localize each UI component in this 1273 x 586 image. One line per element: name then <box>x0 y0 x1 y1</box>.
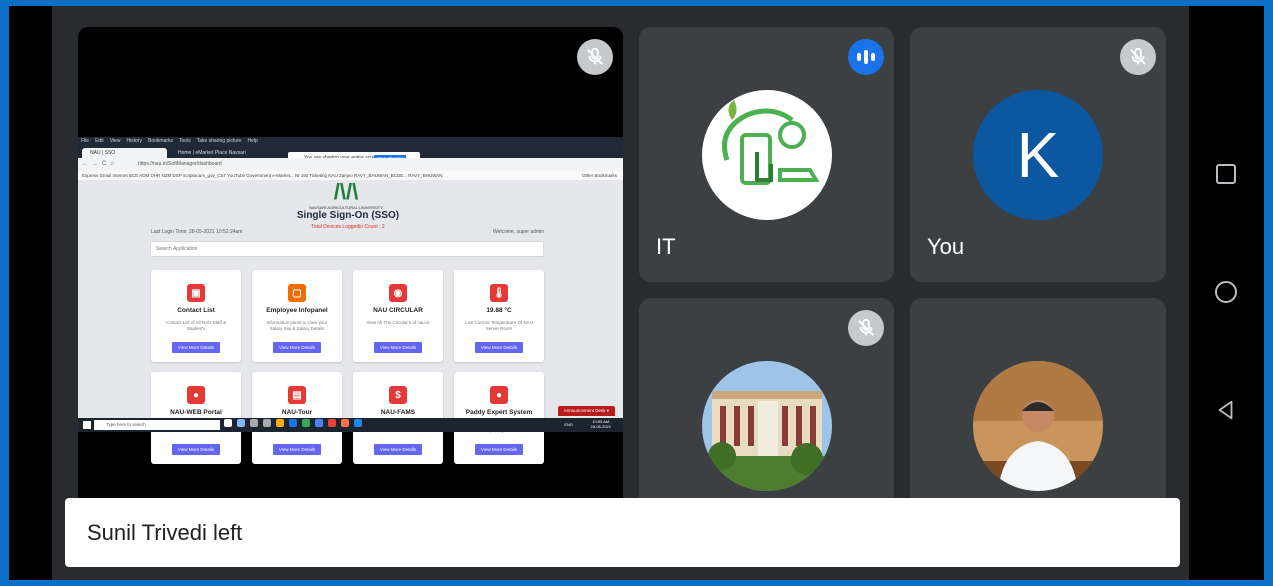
you-avatar: K <box>973 90 1103 220</box>
sso-dashboard: /\/\ NAVSARI AGRICULTURAL UNIVERSITY Sin… <box>78 179 623 464</box>
participant-name: You <box>927 234 965 259</box>
app-card[interactable]: ◉ NAU CIRCULAR View All The Circular's of … <box>353 270 443 362</box>
app-card-icon: 🌡 <box>490 284 508 302</box>
app-card-title: NAU-Tour <box>281 409 313 416</box>
browser-tab-emarket[interactable]: Home | eMarket Place Navsari <box>170 148 255 158</box>
building-avatar <box>702 361 832 491</box>
app-card-description: Contact List of All NAU Staff & Student'… <box>165 320 227 331</box>
mic-off-icon <box>577 39 613 75</box>
speaking-indicator-icon <box>848 39 884 75</box>
browser-menu-item[interactable]: History <box>126 137 142 146</box>
participant-name: IT <box>656 234 676 259</box>
other-bookmarks[interactable]: Other Bookmarks <box>582 171 617 180</box>
meet-window: File Edit View History Bookmarks Tools Take sh… <box>9 6 1264 580</box>
app-card-title: NAU CIRCULAR <box>373 307 423 314</box>
left-edge <box>9 6 52 580</box>
browser-menu-item[interactable]: Bookmarks <box>148 137 173 146</box>
browser-menu-item[interactable]: Tools <box>179 137 191 146</box>
windows-start-icon[interactable] <box>83 421 91 429</box>
taskbar-clock: 10:55 AM 28-05-2021 <box>591 419 611 429</box>
taskbar-apps[interactable] <box>224 419 362 427</box>
app-card[interactable]: ▣ Contact List Contact List of All NAU Sta… <box>151 270 241 362</box>
home-button[interactable] <box>1212 278 1240 306</box>
browser-menu-item[interactable]: File <box>81 137 89 146</box>
square-icon <box>1216 164 1236 184</box>
browser-menu-item[interactable]: Take sharing picture <box>197 137 242 146</box>
android-nav-bar <box>1189 6 1264 580</box>
view-more-details-button[interactable]: View More Details <box>171 342 221 353</box>
browser-menu-item[interactable]: Edit <box>95 137 104 146</box>
app-card-title: NAU-FAMS <box>380 409 416 416</box>
participant-left-toast: Sunil Trivedi left <box>65 498 1180 567</box>
app-card-description: View All The Circular's of nau.in <box>366 320 430 325</box>
browser-menubar: File Edit View History Bookmarks Tools Take sh… <box>78 137 623 146</box>
url-text: https://nau.in/SoftManager/dashboard <box>138 161 222 167</box>
person-avatar <box>973 361 1103 491</box>
app-card-title: Contact List <box>177 307 215 314</box>
app-card-icon: ● <box>187 386 205 404</box>
app-card-icon: ▢ <box>288 284 306 302</box>
last-login: Last Login Time: 28-05-2021 10:52:24am <box>151 229 243 235</box>
clock-date: 28-05-2021 <box>590 424 611 429</box>
app-card-description: Information panel to View your Salary Sl… <box>266 320 328 331</box>
app-card-title: 19.88 °C <box>486 307 512 314</box>
view-more-details-button[interactable]: View More Details <box>474 342 524 353</box>
view-more-details-button[interactable]: View More Details <box>474 444 524 455</box>
view-more-details-button[interactable]: View More Details <box>373 444 423 455</box>
address-bar[interactable]: ←→C⌂ https://nau.in/SoftManager/dashboar… <box>78 158 623 171</box>
windows-taskbar: Type here to search 10:55 AM 28-05-2021 … <box>78 418 623 432</box>
welcome-text: Welcome, super admin <box>493 229 545 235</box>
language-indicator: ENG <box>564 422 573 427</box>
app-card-icon: ▣ <box>187 284 205 302</box>
app-card-icon: $ <box>389 386 407 404</box>
app-card-icon: ● <box>490 386 508 404</box>
recent-apps-button[interactable] <box>1212 160 1240 188</box>
bookmarks-list: Express Gmail Internet BCE ADM DHR NZM D… <box>82 173 443 178</box>
participant-tile-it[interactable]: IT <box>639 27 894 282</box>
app-card-icon: ▤ <box>288 386 306 404</box>
browser-menu-item[interactable]: Help <box>247 137 257 146</box>
browser-nav-icons[interactable]: ←→C⌂ <box>82 158 118 171</box>
browser-tabbar: NAU | SSO Home | eMarket Place Navsari Y… <box>78 146 623 164</box>
participant-tile-you[interactable]: K You <box>910 27 1166 282</box>
participant-tile-3[interactable] <box>639 298 894 508</box>
circle-icon <box>1215 281 1237 303</box>
app-card-title: Paddy Expert System <box>465 409 533 416</box>
app-card-title: NAU-WEB Portal <box>170 409 222 416</box>
back-button[interactable] <box>1212 396 1240 424</box>
view-more-details-button[interactable]: View More Details <box>272 444 322 455</box>
app-card-title: Employee Infopanel <box>266 307 328 314</box>
back-triangle-icon <box>1218 400 1233 420</box>
it-avatar <box>702 90 832 220</box>
view-more-details-button[interactable]: View More Details <box>272 342 322 353</box>
app-card-icon: ◉ <box>389 284 407 302</box>
sso-title: Single Sign-On (SSO) <box>296 210 400 221</box>
announcement-desk[interactable]: Announcement Desk ▾ <box>557 406 615 416</box>
mic-off-icon <box>848 310 884 346</box>
participant-tile-4[interactable] <box>910 298 1166 508</box>
view-more-details-button[interactable]: View More Details <box>373 342 423 353</box>
toast-message: Sunil Trivedi left <box>87 520 243 545</box>
avatar-initial: K <box>1016 119 1060 191</box>
browser-tab-sso[interactable]: NAU | SSO <box>82 148 167 158</box>
app-card[interactable]: ▢ Employee Infopanel Information panel to … <box>252 270 342 362</box>
search-application-input[interactable]: Search Application <box>150 241 544 257</box>
devices-count: Total Devices Loggedin Count : 2 <box>311 224 385 230</box>
app-card-description: Live Current Temperature Of NAU Server R… <box>465 320 533 331</box>
nau-logo: /\/\ <box>333 179 359 204</box>
taskbar-search[interactable]: Type here to search <box>94 420 220 430</box>
app-card[interactable]: 🌡 19.88 °C Live Current Temperature Of NAU… <box>454 270 544 362</box>
view-more-details-button[interactable]: View More Details <box>171 444 221 455</box>
presentation-tile[interactable]: File Edit View History Bookmarks Tools Take sh… <box>78 27 623 507</box>
browser-menu-item[interactable]: View <box>110 137 121 146</box>
mic-off-icon <box>1120 39 1156 75</box>
shared-screen: File Edit View History Bookmarks Tools Take sh… <box>78 137 623 464</box>
